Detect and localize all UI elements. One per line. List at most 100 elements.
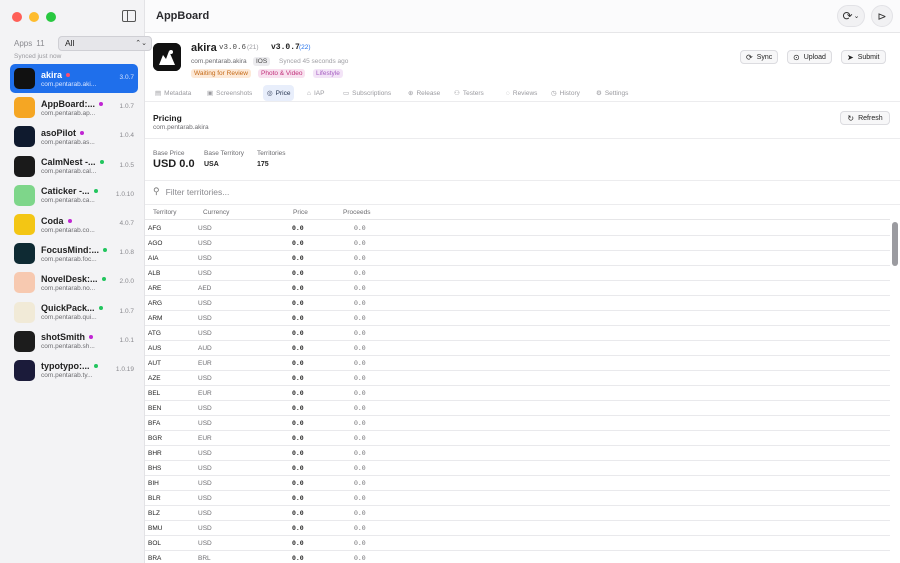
app-name-label: NovelDesk:...	[41, 273, 98, 284]
table-row[interactable]: AFG USD 0.0 0.0	[145, 221, 890, 236]
app-name-label: FocusMind:...	[41, 244, 99, 255]
upload-icon: ⊙	[793, 52, 800, 62]
live-build: (21)	[247, 44, 259, 51]
cell-proceeds: 0.0	[354, 510, 366, 517]
zoom-window-button[interactable]	[46, 12, 56, 22]
cell-currency: USD	[198, 540, 212, 547]
cell-currency: USD	[198, 495, 212, 502]
table-row[interactable]: AUS AUD 0.0 0.0	[145, 341, 890, 356]
table-scrollbar[interactable]	[892, 222, 898, 266]
send-icon: ➤	[847, 52, 854, 62]
new-build: (22)	[299, 44, 311, 51]
tab-screenshots[interactable]: ▣ Screenshots	[203, 85, 256, 101]
upload-button[interactable]: ⊙ Upload	[787, 50, 832, 64]
submit-button[interactable]: ➤ Submit	[841, 50, 886, 64]
cell-currency: USD	[198, 510, 212, 517]
app-name-label: typotypo:...	[41, 361, 90, 372]
table-row[interactable]: ARE AED 0.0 0.0	[145, 281, 890, 296]
column-header-price[interactable]: Price	[293, 209, 308, 216]
table-row[interactable]: BHR USD 0.0 0.0	[145, 446, 890, 461]
cell-currency: USD	[198, 480, 212, 487]
app-list-item[interactable]: AppBoard:... com.pentarab.ap... 1.0.7	[10, 93, 138, 122]
tab-price[interactable]: ◎ Price	[263, 85, 295, 101]
tab-history[interactable]: ◷ History	[547, 85, 584, 101]
cell-proceeds: 0.0	[354, 555, 366, 562]
tab-label: Price	[275, 89, 291, 97]
category-badge-secondary: Lifestyle	[313, 69, 343, 78]
sidebar-toggle-icon[interactable]	[122, 10, 136, 22]
cell-currency: USD	[198, 315, 212, 322]
app-list-version: 1.0.8	[119, 249, 134, 257]
cell-proceeds: 0.0	[354, 435, 366, 442]
app-list-item[interactable]: FocusMind:... com.pentarab.foc... 1.0.8	[10, 239, 138, 268]
table-row[interactable]: BLR USD 0.0 0.0	[145, 491, 890, 506]
table-row[interactable]: BLZ USD 0.0 0.0	[145, 506, 890, 521]
tab-metadata[interactable]: ▤ Metadata	[151, 85, 195, 101]
column-header-currency[interactable]: Currency	[203, 209, 229, 216]
divider	[145, 180, 900, 181]
app-list-item[interactable]: shotSmith com.pentarab.sh... 1.0.1	[10, 327, 138, 356]
app-list-item[interactable]: Caticker -... com.pentarab.ca... 1.0.10	[10, 181, 138, 210]
table-row[interactable]: ATG USD 0.0 0.0	[145, 326, 890, 341]
tab-iap[interactable]: ⌂ IAP	[303, 85, 328, 101]
table-row[interactable]: BFA USD 0.0 0.0	[145, 416, 890, 431]
cell-proceeds: 0.0	[354, 270, 366, 277]
table-row[interactable]: BIH USD 0.0 0.0	[145, 476, 890, 491]
cell-territory: AUS	[148, 345, 162, 352]
app-icon	[14, 155, 35, 177]
cell-proceeds: 0.0	[354, 420, 366, 427]
table-row[interactable]: ARG USD 0.0 0.0	[145, 296, 890, 311]
minimize-window-button[interactable]	[29, 12, 39, 22]
app-list-version: 1.0.4	[119, 132, 134, 140]
cell-proceeds: 0.0	[354, 465, 366, 472]
tab-settings[interactable]: ⚙ Settings	[592, 85, 632, 101]
cell-currency: EUR	[198, 390, 212, 397]
tab-release[interactable]: ⊕ Release	[404, 85, 444, 101]
cell-proceeds: 0.0	[354, 285, 366, 292]
table-row[interactable]: BOL USD 0.0 0.0	[145, 536, 890, 551]
tab-label: Subscriptions	[352, 89, 392, 97]
app-list-item[interactable]: asoPilot com.pentarab.as... 1.0.4	[10, 122, 138, 151]
play-button[interactable]: ⊳	[871, 5, 893, 27]
table-row[interactable]: AIA USD 0.0 0.0	[145, 251, 890, 266]
sync-menu-button[interactable]: ⟳ ⌄	[837, 5, 865, 27]
table-row[interactable]: ARM USD 0.0 0.0	[145, 311, 890, 326]
column-header-territory[interactable]: Territory	[153, 209, 176, 216]
cell-territory: BLZ	[148, 510, 160, 517]
cell-price: 0.0	[292, 300, 304, 307]
table-row[interactable]: AZE USD 0.0 0.0	[145, 371, 890, 386]
app-list-item[interactable]: CalmNest -... com.pentarab.cal... 1.0.5	[10, 152, 138, 181]
tab-reviews[interactable]: ◌ Reviews	[502, 85, 541, 101]
tab-testers[interactable]: ⚇ Testers	[450, 85, 488, 101]
app-icon	[14, 359, 35, 381]
app-list-item[interactable]: QuickPack... com.pentarab.qui... 1.0.7	[10, 298, 138, 327]
table-row[interactable]: BGR EUR 0.0 0.0	[145, 431, 890, 446]
table-row[interactable]: BEL EUR 0.0 0.0	[145, 386, 890, 401]
app-list-item[interactable]: Coda com.pentarab.co... 4.0.7	[10, 210, 138, 239]
app-list-item[interactable]: akira com.pentarab.aki... 3.0.7	[10, 64, 138, 94]
cell-currency: USD	[198, 375, 212, 382]
table-row[interactable]: BMU USD 0.0 0.0	[145, 521, 890, 536]
apps-filter-select[interactable]: All ⌃⌄	[58, 36, 152, 51]
close-window-button[interactable]	[12, 12, 22, 22]
column-header-proceeds[interactable]: Proceeds	[343, 209, 370, 216]
table-row[interactable]: BEN USD 0.0 0.0	[145, 401, 890, 416]
app-list-version: 1.0.7	[119, 103, 134, 111]
app-list-version: 1.0.19	[115, 365, 134, 373]
table-row[interactable]: BHS USD 0.0 0.0	[145, 461, 890, 476]
table-row[interactable]: BRA BRL 0.0 0.0	[145, 551, 890, 563]
sync-button[interactable]: ⟳ Sync	[740, 50, 779, 64]
tab-subscriptions[interactable]: ▭ Subscriptions	[339, 85, 395, 101]
app-list-item[interactable]: typotypo:... com.pentarab.ty... 1.0.19	[10, 356, 138, 385]
table-row[interactable]: AGO USD 0.0 0.0	[145, 236, 890, 251]
submit-button-label: Submit	[857, 53, 880, 61]
territories-label: Territories	[257, 150, 286, 157]
territory-filter-input[interactable]	[165, 186, 466, 197]
cell-price: 0.0	[292, 360, 304, 367]
app-list-item[interactable]: NovelDesk:... com.pentarab.no... 2.0.0	[10, 268, 138, 297]
refresh-button[interactable]: ↻ Refresh	[840, 111, 890, 125]
table-row[interactable]: AUT EUR 0.0 0.0	[145, 356, 890, 371]
app-name-label: AppBoard:...	[41, 98, 95, 109]
cell-proceeds: 0.0	[354, 450, 366, 457]
table-row[interactable]: ALB USD 0.0 0.0	[145, 266, 890, 281]
